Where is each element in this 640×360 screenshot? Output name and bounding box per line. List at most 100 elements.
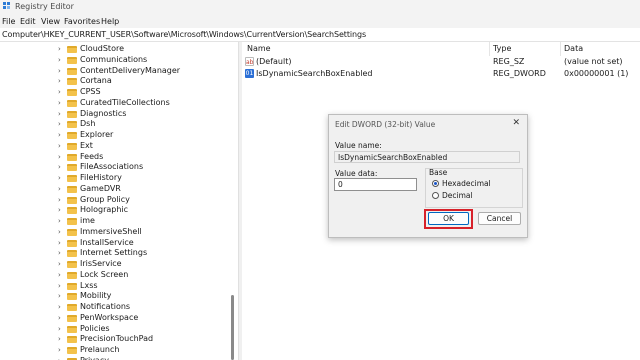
tree-item[interactable]: › GameDVR bbox=[0, 183, 238, 195]
tree-item[interactable]: › ImmersiveShell bbox=[0, 226, 238, 238]
chevron-right-icon[interactable]: › bbox=[58, 99, 61, 107]
folder-icon bbox=[67, 271, 77, 279]
registry-editor-icon bbox=[3, 2, 10, 9]
tree-item-label: Explorer bbox=[80, 130, 114, 139]
tree-item-label: Internet Settings bbox=[80, 248, 148, 258]
chevron-right-icon[interactable]: › bbox=[58, 142, 61, 150]
column-separator[interactable] bbox=[560, 42, 561, 56]
tree-item[interactable]: › Lxss bbox=[0, 281, 238, 292]
value-row[interactable]: ab (Default) REG_SZ (value not set) bbox=[243, 56, 640, 68]
address-bar[interactable]: Computer\HKEY_CURRENT_USER\Software\Micr… bbox=[0, 29, 640, 42]
key-tree[interactable]: › CloudStore › Communications › ContentDelive… bbox=[0, 42, 238, 360]
value-row[interactable]: 01 IsDynamicSearchBoxEnabled REG_DWORD 0… bbox=[243, 68, 640, 80]
hexadecimal-radio[interactable] bbox=[432, 180, 439, 187]
tree-item[interactable]: › IrisService bbox=[0, 259, 238, 270]
tree-item[interactable]: › Mobility bbox=[0, 291, 238, 302]
tree-item-label: Mobility bbox=[80, 291, 112, 301]
tree-item[interactable]: › PenWorkspace bbox=[0, 312, 238, 324]
hexadecimal-label[interactable]: Hexadecimal bbox=[442, 179, 491, 188]
tree-item[interactable]: › CuratedTileCollections bbox=[0, 98, 238, 109]
close-icon[interactable]: ✕ bbox=[512, 118, 520, 128]
tree-item[interactable]: › ContentDeliveryManager bbox=[0, 65, 238, 77]
tree-item[interactable]: › Prelaunch bbox=[0, 345, 238, 356]
tree-item[interactable]: › ime bbox=[0, 216, 238, 227]
chevron-right-icon[interactable]: › bbox=[58, 45, 61, 53]
folder-icon bbox=[67, 239, 77, 247]
chevron-right-icon[interactable]: › bbox=[58, 56, 61, 64]
chevron-right-icon[interactable]: › bbox=[58, 271, 61, 279]
chevron-right-icon[interactable]: › bbox=[58, 88, 61, 96]
tree-item[interactable]: › FileAssociations bbox=[0, 162, 238, 173]
tree-item[interactable]: › Feeds bbox=[0, 152, 238, 163]
tree-item-label: ContentDeliveryManager bbox=[80, 65, 181, 75]
menu-view[interactable]: View bbox=[41, 17, 60, 26]
chevron-right-icon[interactable]: › bbox=[58, 77, 61, 85]
tree-item[interactable]: › Internet Settings bbox=[0, 248, 238, 259]
chevron-right-icon[interactable]: › bbox=[58, 217, 61, 225]
column-header-name[interactable]: Name bbox=[247, 44, 271, 53]
tree-item-label: Communications bbox=[80, 54, 148, 64]
chevron-right-icon[interactable]: › bbox=[58, 249, 61, 257]
tree-item[interactable]: › Policies bbox=[0, 324, 238, 335]
tree-item[interactable]: › CPSS bbox=[0, 87, 238, 98]
tree-item[interactable]: › InstallService bbox=[0, 238, 238, 249]
chevron-right-icon[interactable]: › bbox=[58, 110, 61, 118]
column-separator[interactable] bbox=[489, 42, 490, 56]
tree-item-label: GameDVR bbox=[80, 183, 121, 193]
folder-icon bbox=[67, 336, 77, 344]
pane-splitter[interactable] bbox=[238, 42, 242, 360]
tree-item[interactable]: › Dsh bbox=[0, 119, 238, 130]
chevron-right-icon[interactable]: › bbox=[58, 314, 61, 322]
column-header-data[interactable]: Data bbox=[564, 44, 583, 53]
chevron-right-icon[interactable]: › bbox=[58, 163, 61, 171]
menu-favorites[interactable]: Favorites bbox=[64, 17, 100, 26]
folder-icon bbox=[67, 282, 77, 290]
chevron-right-icon[interactable]: › bbox=[58, 153, 61, 161]
chevron-right-icon[interactable]: › bbox=[58, 174, 61, 182]
tree-item-label: ImmersiveShell bbox=[80, 226, 142, 236]
tree-item[interactable]: › PrecisionTouchPad bbox=[0, 334, 238, 345]
chevron-right-icon[interactable]: › bbox=[58, 185, 61, 193]
tree-item-label: Ext bbox=[80, 140, 93, 150]
chevron-right-icon[interactable]: › bbox=[58, 206, 61, 214]
menu-bar: File Edit View Favorites Help bbox=[0, 14, 640, 28]
menu-edit[interactable]: Edit bbox=[20, 17, 36, 26]
chevron-right-icon[interactable]: › bbox=[58, 239, 61, 247]
tree-scrollbar[interactable] bbox=[231, 295, 234, 360]
tree-item[interactable]: › Lock Screen bbox=[0, 270, 238, 281]
column-header-type[interactable]: Type bbox=[493, 44, 511, 53]
tree-item[interactable]: › CloudStore bbox=[0, 44, 238, 55]
folder-icon bbox=[67, 132, 77, 139]
chevron-right-icon[interactable]: › bbox=[58, 228, 61, 236]
chevron-right-icon[interactable]: › bbox=[58, 325, 61, 333]
chevron-right-icon[interactable]: › bbox=[58, 282, 61, 290]
chevron-right-icon[interactable]: › bbox=[58, 120, 61, 128]
cancel-button[interactable]: Cancel bbox=[478, 212, 521, 225]
decimal-radio[interactable] bbox=[432, 192, 439, 199]
chevron-right-icon[interactable]: › bbox=[58, 292, 61, 300]
tree-item-label: PenWorkspace bbox=[80, 312, 139, 322]
chevron-right-icon[interactable]: › bbox=[58, 335, 61, 343]
chevron-right-icon[interactable]: › bbox=[58, 346, 61, 354]
ok-button[interactable]: OK bbox=[428, 212, 469, 225]
tree-item[interactable]: › Diagnostics bbox=[0, 109, 238, 120]
menu-help[interactable]: Help bbox=[101, 17, 119, 26]
tree-item[interactable]: › Notifications bbox=[0, 302, 238, 313]
tree-item[interactable]: › Group Policy bbox=[0, 195, 238, 206]
chevron-right-icon[interactable]: › bbox=[58, 131, 61, 139]
decimal-label[interactable]: Decimal bbox=[442, 191, 473, 200]
address-path[interactable]: Computer\HKEY_CURRENT_USER\Software\Micr… bbox=[2, 30, 366, 39]
value-name-field[interactable]: IsDynamicSearchBoxEnabled bbox=[334, 151, 520, 163]
tree-item[interactable]: › Holographic bbox=[0, 205, 238, 216]
tree-item[interactable]: › Cortana bbox=[0, 76, 238, 87]
chevron-right-icon[interactable]: › bbox=[58, 67, 61, 75]
value-data-field[interactable]: 0 bbox=[334, 178, 417, 191]
chevron-right-icon[interactable]: › bbox=[58, 260, 61, 268]
tree-item[interactable]: › Explorer bbox=[0, 130, 238, 141]
tree-item[interactable]: › Communications bbox=[0, 54, 238, 66]
menu-file[interactable]: File bbox=[2, 17, 15, 26]
tree-item[interactable]: › FileHistory bbox=[0, 173, 238, 184]
tree-item[interactable]: › Ext bbox=[0, 140, 238, 152]
chevron-right-icon[interactable]: › bbox=[58, 303, 61, 311]
chevron-right-icon[interactable]: › bbox=[58, 196, 61, 204]
